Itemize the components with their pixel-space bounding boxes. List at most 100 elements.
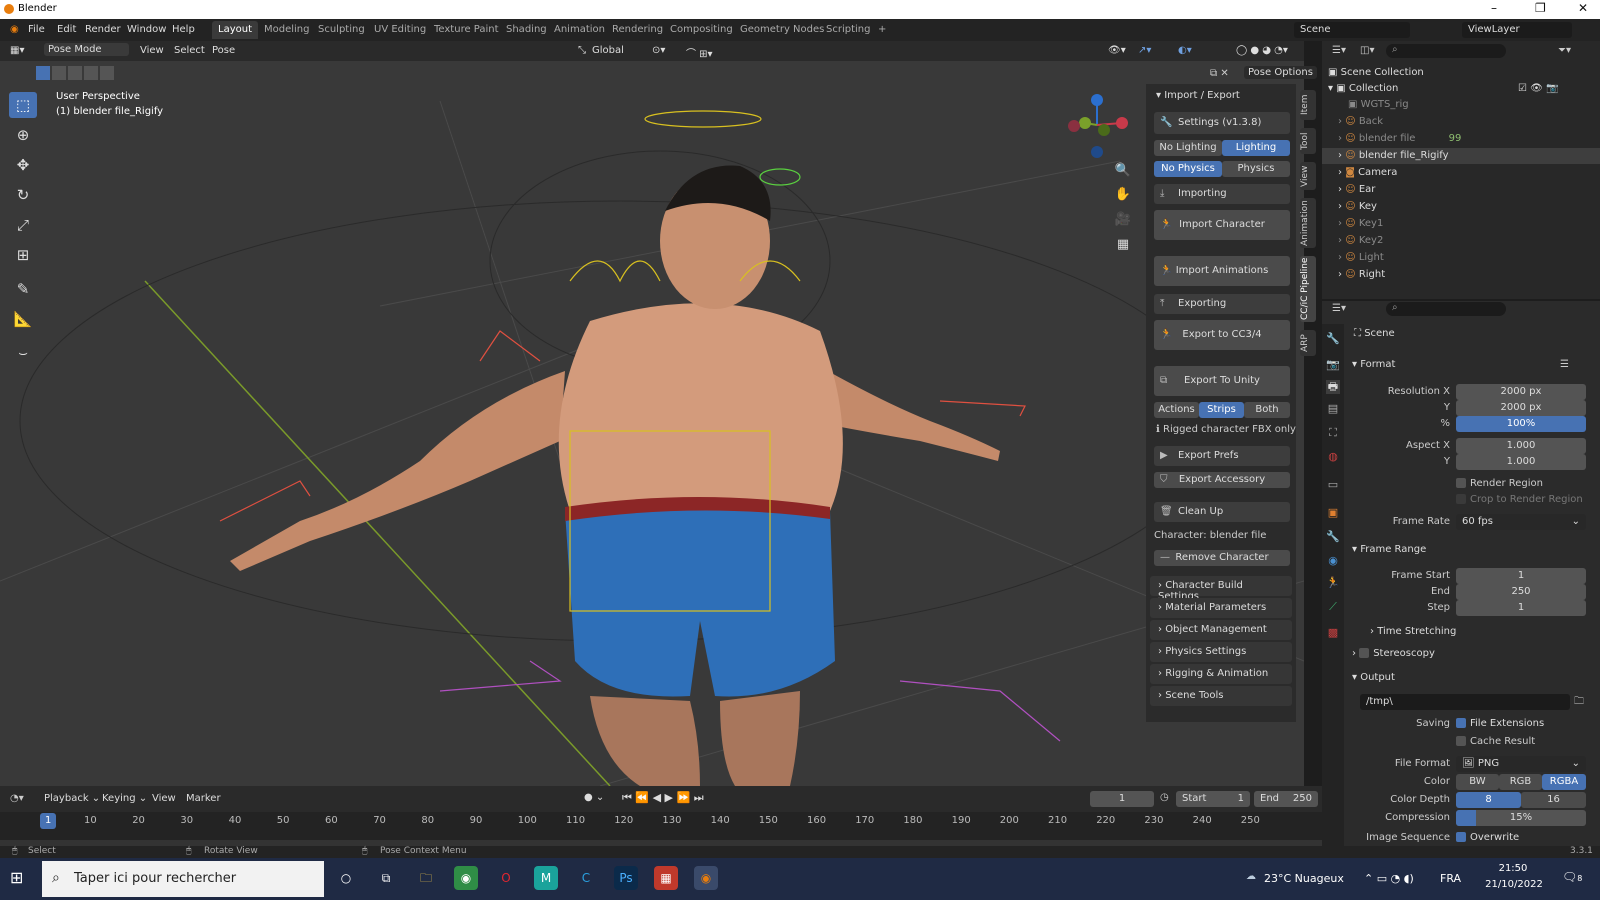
- transform-tool-icon[interactable]: ⊞: [9, 242, 37, 268]
- world-tab-icon[interactable]: ◍: [1326, 450, 1340, 464]
- crop-region-checkbox[interactable]: Crop to Render Region: [1456, 494, 1583, 505]
- section-character-build[interactable]: › Character Build Settings: [1150, 576, 1292, 602]
- annotate-tool-icon[interactable]: ✎: [9, 276, 37, 302]
- navigation-gizmo[interactable]: [1062, 90, 1132, 160]
- maya-icon[interactable]: M: [534, 866, 558, 890]
- outliner-item[interactable]: › ☺ Key1: [1322, 216, 1600, 232]
- weather-text[interactable]: 23°C Nuageux: [1264, 872, 1344, 885]
- armature-data-tab-icon[interactable]: 🏃: [1326, 576, 1340, 590]
- export-prefs-row[interactable]: ▶ Export Prefs: [1154, 446, 1290, 466]
- export-strips-toggle[interactable]: Strips: [1199, 402, 1244, 418]
- filter-icon[interactable]: ⏷▾: [1558, 45, 1571, 56]
- zoom-icon[interactable]: 🔍: [1114, 163, 1132, 181]
- chrome-icon[interactable]: ◉: [454, 866, 478, 890]
- lighting-toggle[interactable]: Lighting: [1222, 140, 1290, 156]
- export-unity-button[interactable]: ⧉ Export To Unity: [1154, 366, 1290, 396]
- checkbox-icon[interactable]: ☑ 👁 📷: [1518, 83, 1558, 94]
- texture-tab-icon[interactable]: ▩: [1326, 626, 1340, 640]
- format-section-header[interactable]: ▾ Format: [1352, 359, 1395, 370]
- tab-arp[interactable]: ARP: [1300, 330, 1316, 356]
- xray-icon[interactable]: ⧉ ✕: [1210, 68, 1229, 79]
- start-frame-field[interactable]: Start 1: [1176, 791, 1250, 807]
- overwrite-checkbox[interactable]: Overwrite: [1456, 832, 1519, 843]
- menu-help[interactable]: Help: [172, 24, 195, 35]
- import-export-header[interactable]: ▾ Import / Export: [1150, 86, 1292, 106]
- camera-view-icon[interactable]: 🎥: [1114, 212, 1132, 230]
- section-physics-settings[interactable]: › Physics Settings: [1150, 642, 1292, 662]
- view-layer-tab-icon[interactable]: ▤: [1326, 402, 1340, 416]
- blender-menu-icon[interactable]: ◉: [10, 24, 19, 35]
- move-tool-icon[interactable]: ✥: [9, 152, 37, 178]
- properties-editor-icon[interactable]: ☰▾: [1332, 303, 1346, 314]
- notification-icon[interactable]: 🗨8: [1562, 870, 1582, 884]
- tab-rendering[interactable]: Rendering: [606, 21, 669, 39]
- blender-taskbar-icon[interactable]: ◉: [694, 866, 718, 890]
- compression-slider[interactable]: 15%: [1456, 810, 1586, 826]
- outliner-item[interactable]: › ☺ Right: [1322, 267, 1600, 283]
- clean-up-button[interactable]: 🗑 Clean Up: [1154, 502, 1290, 522]
- opera-icon[interactable]: O: [494, 866, 518, 890]
- frame-step-field[interactable]: 1: [1456, 600, 1586, 616]
- pose-options-button[interactable]: Pose Options: [1244, 66, 1317, 79]
- clock-date[interactable]: 21/10/2022: [1484, 879, 1544, 890]
- frame-end-field[interactable]: 250: [1456, 584, 1586, 600]
- export-actions-toggle[interactable]: Actions: [1154, 402, 1199, 418]
- object-tab-icon[interactable]: ▣: [1326, 506, 1340, 520]
- no-lighting-toggle[interactable]: No Lighting: [1154, 140, 1222, 156]
- end-frame-field[interactable]: End 250: [1254, 791, 1318, 807]
- clock-time[interactable]: 21:50: [1490, 863, 1536, 874]
- modifier-tab-icon[interactable]: 🔧: [1326, 530, 1340, 544]
- frame-rate-dropdown[interactable]: 60 fps ⌄: [1456, 514, 1586, 530]
- select-invert-icon[interactable]: [84, 66, 98, 80]
- pivot-icon[interactable]: ⊙▾: [652, 45, 665, 56]
- stereoscopy-header[interactable]: › Stereoscopy: [1352, 648, 1435, 659]
- windows-start-icon[interactable]: ⊞: [10, 868, 23, 887]
- task-view-icon[interactable]: ⧉: [374, 866, 398, 890]
- menu-select[interactable]: Select: [174, 45, 205, 56]
- close-button[interactable]: ✕: [1578, 1, 1588, 15]
- frame-range-section-header[interactable]: ▾ Frame Range: [1352, 544, 1426, 555]
- resolution-x-field[interactable]: 2000 px: [1456, 384, 1586, 400]
- tool-tab-icon[interactable]: 🔧: [1326, 332, 1340, 346]
- maximize-button[interactable]: ❐: [1535, 1, 1546, 15]
- resolution-pct-field[interactable]: 100%: [1456, 416, 1586, 432]
- outliner-item[interactable]: › ☺ Key: [1322, 199, 1600, 215]
- clock-icon[interactable]: ◷: [1160, 792, 1169, 803]
- menu-file[interactable]: File: [28, 24, 45, 35]
- tab-cc-pipeline[interactable]: CC/iC Pipeline: [1300, 256, 1316, 322]
- scale-tool-icon[interactable]: ⤢: [9, 212, 37, 238]
- tab-animation[interactable]: Animation: [548, 21, 611, 39]
- tab-sculpting[interactable]: Sculpting: [312, 21, 371, 39]
- properties-search-icon[interactable]: ⌕: [1386, 302, 1506, 316]
- select-extend-icon[interactable]: [52, 66, 66, 80]
- file-explorer-icon[interactable]: 🗀: [414, 866, 438, 890]
- section-rigging-animation[interactable]: › Rigging & Animation: [1150, 664, 1292, 684]
- outliner-item[interactable]: › ☺ Key2: [1322, 233, 1600, 249]
- import-character-button[interactable]: 🏃 Import Character: [1154, 210, 1290, 240]
- tab-texture-paint[interactable]: Texture Paint: [428, 21, 505, 39]
- color-bw-toggle[interactable]: BW: [1456, 774, 1499, 790]
- section-material-parameters[interactable]: › Material Parameters: [1150, 598, 1292, 618]
- outliner-item[interactable]: › ☺ Ear: [1322, 182, 1600, 198]
- outliner-item[interactable]: › ☺ Light: [1322, 250, 1600, 266]
- tab-modeling[interactable]: Modeling: [258, 21, 316, 39]
- overlay-icon[interactable]: ◐▾: [1178, 45, 1192, 56]
- output-section-header[interactable]: ▾ Output: [1352, 672, 1395, 683]
- aspect-x-field[interactable]: 1.000: [1456, 438, 1586, 454]
- tab-scripting[interactable]: Scripting: [820, 21, 876, 39]
- measure-tool-icon[interactable]: 📐: [9, 306, 37, 332]
- tab-tool[interactable]: Tool: [1300, 128, 1316, 154]
- render-tab-icon[interactable]: 📷: [1326, 358, 1340, 372]
- menu-marker[interactable]: Marker: [186, 793, 221, 804]
- tab-compositing[interactable]: Compositing: [664, 21, 739, 39]
- tab-animation[interactable]: Animation: [1300, 198, 1316, 248]
- outliner-editor-icon[interactable]: ☰▾: [1332, 45, 1346, 56]
- resolution-y-field[interactable]: 2000 px: [1456, 400, 1586, 416]
- folder-icon[interactable]: 🗀: [1574, 694, 1584, 711]
- color-rgba-toggle[interactable]: RGBA: [1542, 774, 1586, 790]
- add-workspace-button[interactable]: +: [872, 21, 892, 39]
- taskbar-search-input[interactable]: ⌕ Taper ici pour rechercher: [42, 861, 324, 897]
- select-subtract-icon[interactable]: [68, 66, 82, 80]
- bone-tab-icon[interactable]: ⟋: [1326, 600, 1340, 614]
- outliner-item[interactable]: › ◙ Camera: [1322, 165, 1600, 181]
